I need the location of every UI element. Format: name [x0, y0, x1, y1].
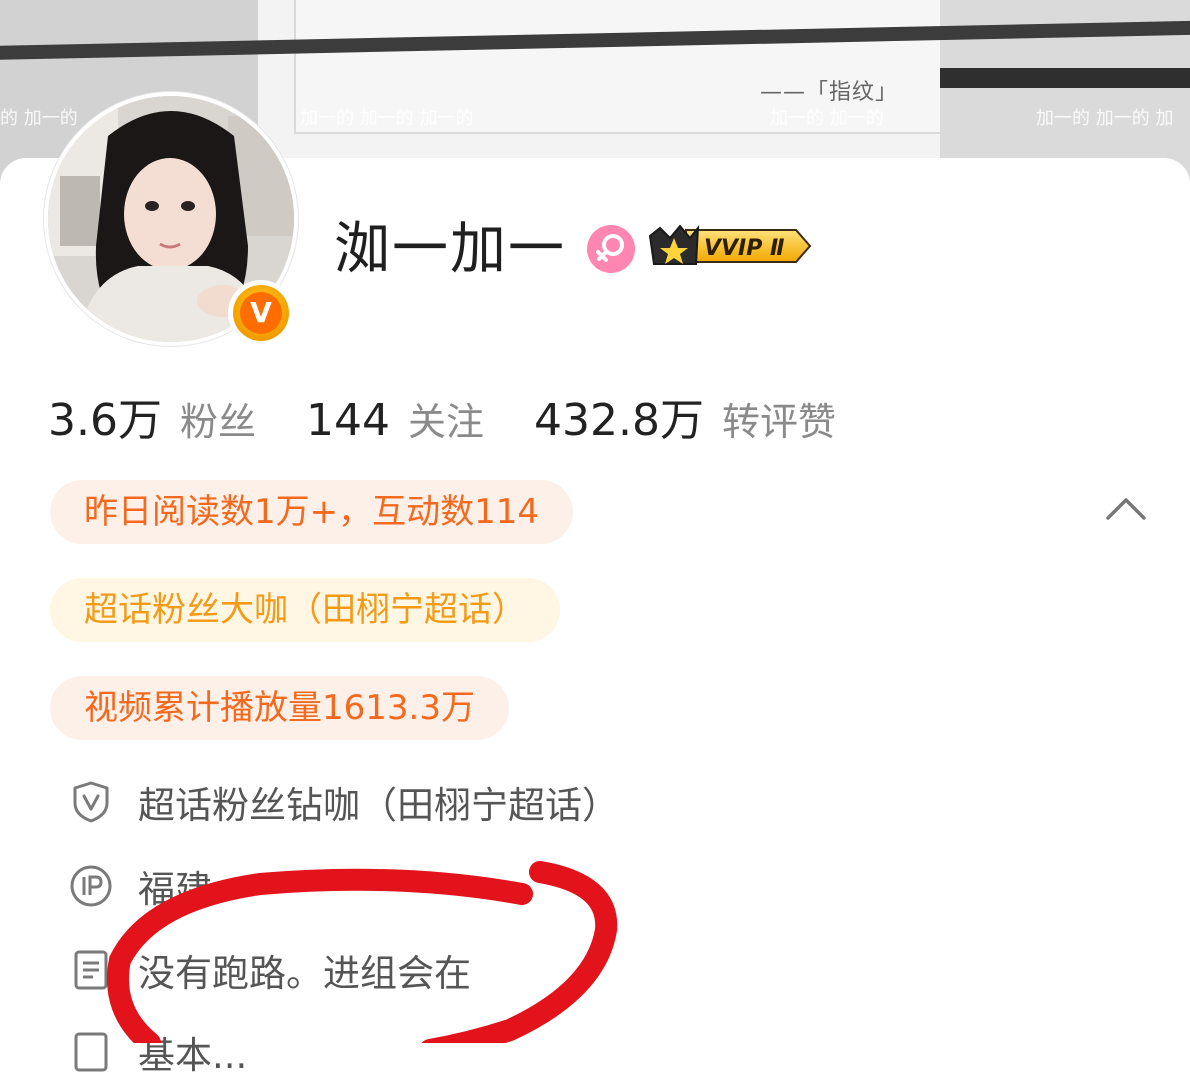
ip-location-text: 福建 — [138, 868, 212, 911]
chevron-up-icon[interactable] — [1104, 494, 1148, 522]
followers-label[interactable]: 粉丝 — [180, 391, 256, 446]
engagement-count[interactable]: 432.8万 — [534, 384, 704, 448]
engagement-label[interactable]: 转评赞 — [722, 391, 836, 446]
info-icon — [74, 1032, 108, 1072]
cover-watermark: 加一的 加一的 加 — [1036, 108, 1174, 129]
partial-info-text: 基本... — [138, 1034, 248, 1077]
profile-name: 洳一加一 — [334, 217, 566, 282]
ip-icon — [70, 865, 112, 907]
cover-watermark: 加一的 加一的 加一的 — [300, 108, 474, 129]
video-plays-tag[interactable]: 视频累计播放量1613.3万 — [50, 676, 509, 740]
super-topic-diamond-text: 超话粉丝钻咖（田栩宁超话） — [138, 784, 619, 827]
verified-badge-ring: V — [233, 285, 289, 341]
cover-watermark: 加一的 加一的 — [770, 108, 884, 129]
verified-badge-letter: V — [240, 292, 282, 334]
cover-watermark: 的 加一的 — [0, 108, 78, 129]
verified-badge[interactable]: V — [228, 280, 294, 346]
bio-row[interactable]: 没有跑路。进组会在 — [68, 940, 471, 1000]
cover-stripe — [940, 68, 1190, 88]
super-topic-diamond-row[interactable]: 超话粉丝钻咖（田栩宁超话） — [68, 772, 619, 832]
following-count[interactable]: 144 — [306, 395, 390, 446]
cover-caption: ——「指纹」 — [760, 80, 899, 105]
following-label[interactable]: 关注 — [408, 391, 484, 446]
vvip-badge[interactable]: VVIP Ⅱ — [646, 220, 812, 272]
followers-count[interactable]: 3.6万 — [48, 384, 162, 448]
shield-v-icon — [73, 781, 109, 823]
super-topic-fan-tag[interactable]: 超话粉丝大咖（田栩宁超话） — [50, 578, 560, 642]
partial-info-row[interactable]: 基本... — [68, 1022, 247, 1082]
reading-stats-tag[interactable]: 昨日阅读数1万+，互动数114 — [50, 480, 574, 544]
document-icon — [74, 950, 108, 990]
ip-location-row: 福建 — [68, 856, 212, 916]
female-icon — [587, 225, 635, 273]
vvip-badge-label: VVIP Ⅱ — [704, 236, 785, 261]
bio-text: 没有跑路。进组会在 — [138, 952, 471, 995]
profile-stats: 3.6万 粉丝 144 关注 432.8万 转评赞 — [48, 384, 886, 446]
